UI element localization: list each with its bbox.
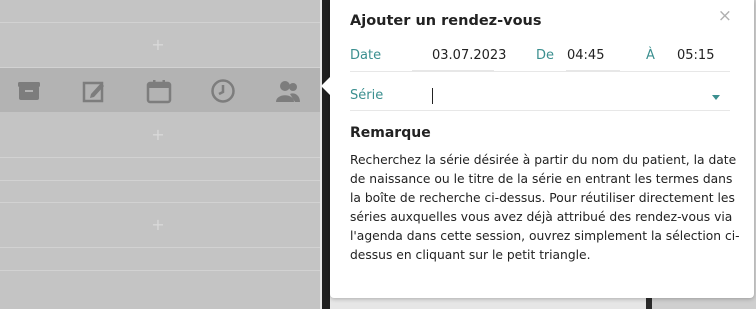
serie-separator <box>350 110 730 111</box>
date-label: Date <box>350 48 382 63</box>
start-time-field[interactable]: 04:45 <box>567 48 604 63</box>
to-label: À <box>646 48 655 63</box>
add-slot-plus[interactable]: + <box>150 37 166 53</box>
calendar-icon[interactable] <box>146 78 172 104</box>
clock-icon[interactable] <box>210 78 236 104</box>
edit-icon[interactable] <box>81 78 107 104</box>
calendar-row-line <box>0 157 320 158</box>
popover-title: Ajouter un rendez-vous <box>350 13 542 29</box>
column-divider <box>322 0 330 309</box>
popover-arrow <box>321 77 330 95</box>
calendar-row-line <box>0 22 320 23</box>
calendar-row-line <box>0 270 320 271</box>
row-separator <box>350 71 730 72</box>
calendar-row-line <box>0 180 320 181</box>
calendar-row-line <box>0 247 320 248</box>
end-time-field[interactable]: 05:15 <box>677 48 714 63</box>
date-time-row: Date 03.07.2023 De 04:45 À 05:15 <box>350 46 730 70</box>
date-field[interactable]: 03.07.2023 <box>432 48 506 63</box>
add-appointment-popover: Ajouter un rendez-vous × Date 03.07.2023… <box>321 0 754 298</box>
users-icon[interactable] <box>275 78 301 104</box>
calendar-background: + + + <box>0 0 320 309</box>
close-icon[interactable]: × <box>718 8 732 25</box>
add-slot-plus[interactable]: + <box>150 217 166 233</box>
remark-text: Recherchez la série désirée à partir du … <box>350 153 740 262</box>
text-cursor <box>432 88 433 104</box>
from-label: De <box>536 48 555 63</box>
archive-icon[interactable] <box>16 78 42 104</box>
serie-row: Série <box>350 84 730 110</box>
serie-dropdown-triangle-icon[interactable] <box>712 95 720 100</box>
appointment-toolbar <box>0 68 320 112</box>
calendar-row-line <box>0 202 320 203</box>
add-slot-plus[interactable]: + <box>150 127 166 143</box>
remark-heading: Remarque <box>350 125 431 141</box>
serie-label: Série <box>350 88 384 103</box>
